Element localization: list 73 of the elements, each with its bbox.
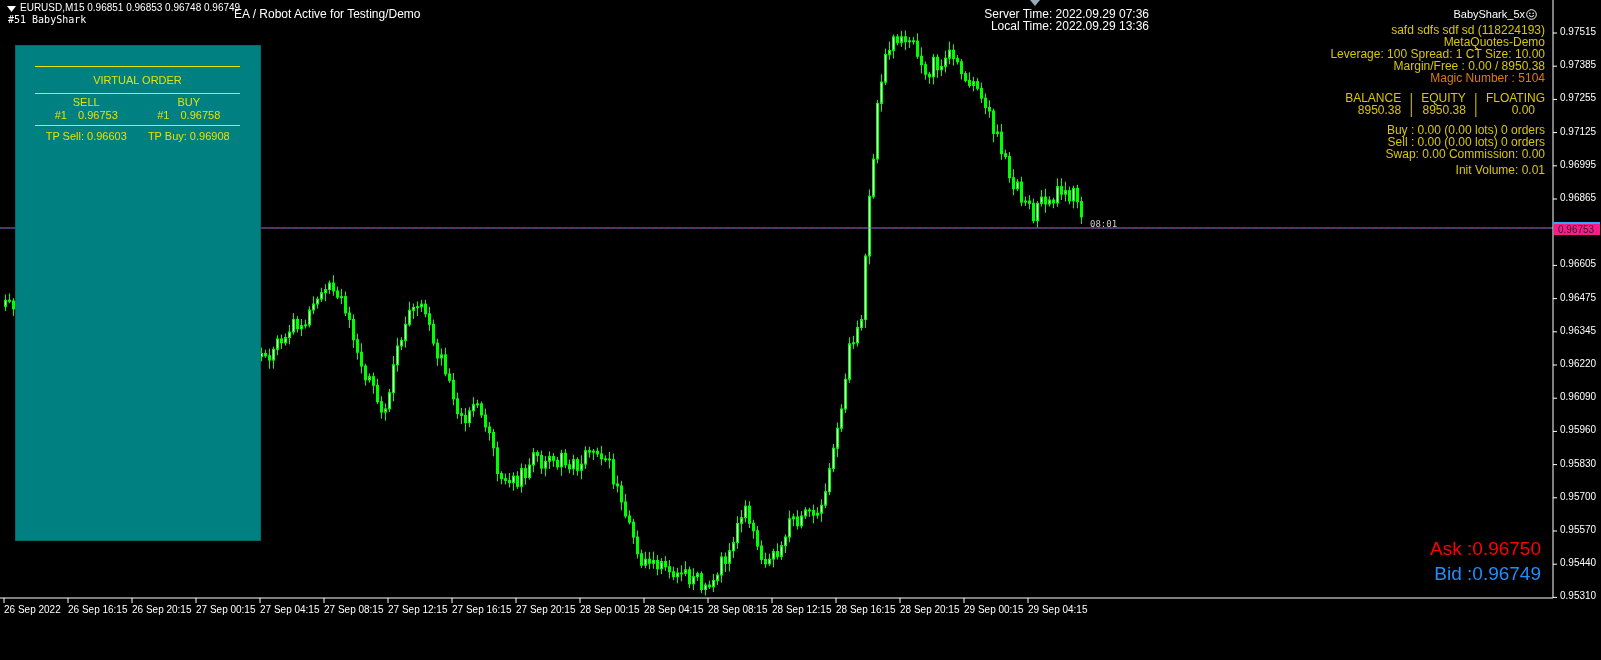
price-label: 0.96090 — [1560, 391, 1597, 403]
panel-title: VIRTUAL ORDER — [35, 67, 240, 94]
price-label: 0.95700 — [1560, 490, 1597, 502]
price-label: 0.97385 — [1560, 59, 1597, 71]
separator-text: | — [1408, 104, 1414, 116]
price-label: 0.96220 — [1560, 358, 1597, 369]
bar-countdown: 08:01 — [1090, 219, 1118, 229]
ask-price: Ask :0.96750 — [1430, 538, 1541, 560]
price-label: 0.97255 — [1560, 92, 1597, 104]
time-label: 27 Sep 12:15 — [388, 604, 448, 615]
time-label: 29 Sep 04:15 — [1028, 604, 1088, 615]
separator-text: | — [1473, 104, 1479, 116]
order-price: 0.96758 — [180, 109, 221, 121]
price-label: 0.97515 — [1560, 26, 1597, 37]
time-label: 28 Sep 04:15 — [644, 604, 704, 615]
time-label: 28 Sep 20:15 — [900, 604, 960, 615]
time-label: 29 Sep 00:15 — [964, 604, 1024, 615]
take-profit-text: TP Buy: 0.96908 — [146, 130, 231, 142]
shift-marker-icon[interactable] — [1030, 0, 1040, 6]
orders-text: Swap: 0.00 Commission: 0.00 — [1385, 148, 1545, 160]
take-profit-text: TP Sell: 0.96603 — [44, 130, 128, 142]
side-label: BUY — [177, 96, 201, 108]
account-info-text: safd sdfs sdf sd (118224193) — [1391, 24, 1545, 36]
summary-label: BALANCE — [1345, 92, 1402, 104]
bid-price: Bid :0.96749 — [1434, 563, 1541, 585]
orders-text: Buy : 0.00 (0.00 lots) 0 orders — [1386, 124, 1545, 136]
ticket-number: #1 — [54, 109, 67, 121]
time-label: 27 Sep 04:15 — [260, 604, 320, 615]
summary-value: 8950.38 — [1356, 104, 1402, 116]
time-label: 27 Sep 00:15 — [196, 604, 256, 615]
init-volume-text: Init Volume: 0.01 — [1455, 164, 1545, 176]
time-label: 28 Sep 00:15 — [580, 604, 640, 615]
side-label: SELL — [72, 96, 100, 108]
order-price: 0.96753 — [78, 109, 118, 121]
price-label: 0.96995 — [1560, 158, 1597, 170]
price-label: 0.96475 — [1560, 291, 1597, 303]
price-label: 0.95440 — [1560, 557, 1597, 569]
time-label: 27 Sep 08:15 — [324, 604, 384, 615]
summary-label: FLOATING — [1485, 92, 1545, 104]
price-label: 0.96605 — [1560, 258, 1597, 270]
time-label: 28 Sep 16:15 — [836, 604, 896, 615]
account-info-text: Magic Number : 5104 — [1430, 72, 1545, 84]
time-label: 26 Sep 20:15 — [132, 604, 192, 615]
summary-label: EQUITY — [1421, 92, 1466, 104]
time-label: 28 Sep 12:15 — [772, 604, 832, 615]
current-price-label: 0.96753 — [1554, 222, 1600, 235]
price-label: 0.95570 — [1560, 524, 1597, 535]
account-info-text: Leverage: 100 Spread: 1 CT Size: 10.00 — [1330, 48, 1545, 60]
dropdown-arrow-icon[interactable] — [7, 6, 16, 12]
time-text: Server Time: 2022.09.29 07:36 — [984, 8, 1149, 20]
price-label: 0.97125 — [1560, 125, 1597, 137]
summary-value: 0.00 — [1510, 104, 1536, 116]
price-label: 0.95830 — [1560, 457, 1597, 469]
time-text: Local Time: 2022.09.29 13:36 — [990, 20, 1149, 32]
expert-name: #51 BabyShark — [8, 14, 87, 25]
separator-text: | — [1408, 92, 1414, 104]
price-label: 0.96865 — [1560, 192, 1597, 203]
smiley-icon — [1526, 8, 1537, 20]
price-label: 0.95310 — [1560, 590, 1597, 602]
time-label: 26 Sep 2022 — [4, 604, 61, 615]
price-label: 0.96345 — [1560, 324, 1597, 336]
time-label: 27 Sep 20:15 — [516, 604, 576, 615]
summary-value: 8950.38 — [1421, 104, 1466, 116]
account-info-text: MetaQuotes-Demo — [1443, 36, 1545, 48]
time-label: 27 Sep 16:15 — [452, 604, 512, 615]
price-label: 0.95960 — [1560, 424, 1597, 436]
ticket-number: #1 — [157, 109, 170, 121]
separator-text: | — [1473, 92, 1479, 104]
time-label: 26 Sep 16:15 — [68, 604, 128, 615]
orders-text: Sell : 0.00 (0.00 lots) 0 orders — [1387, 136, 1545, 148]
time-label: 28 Sep 08:15 — [708, 604, 768, 615]
account-info-text: Margin/Free : 0.00 / 8950.38 — [1393, 60, 1545, 72]
expert-label: BabyShark_5x — [1453, 8, 1525, 20]
